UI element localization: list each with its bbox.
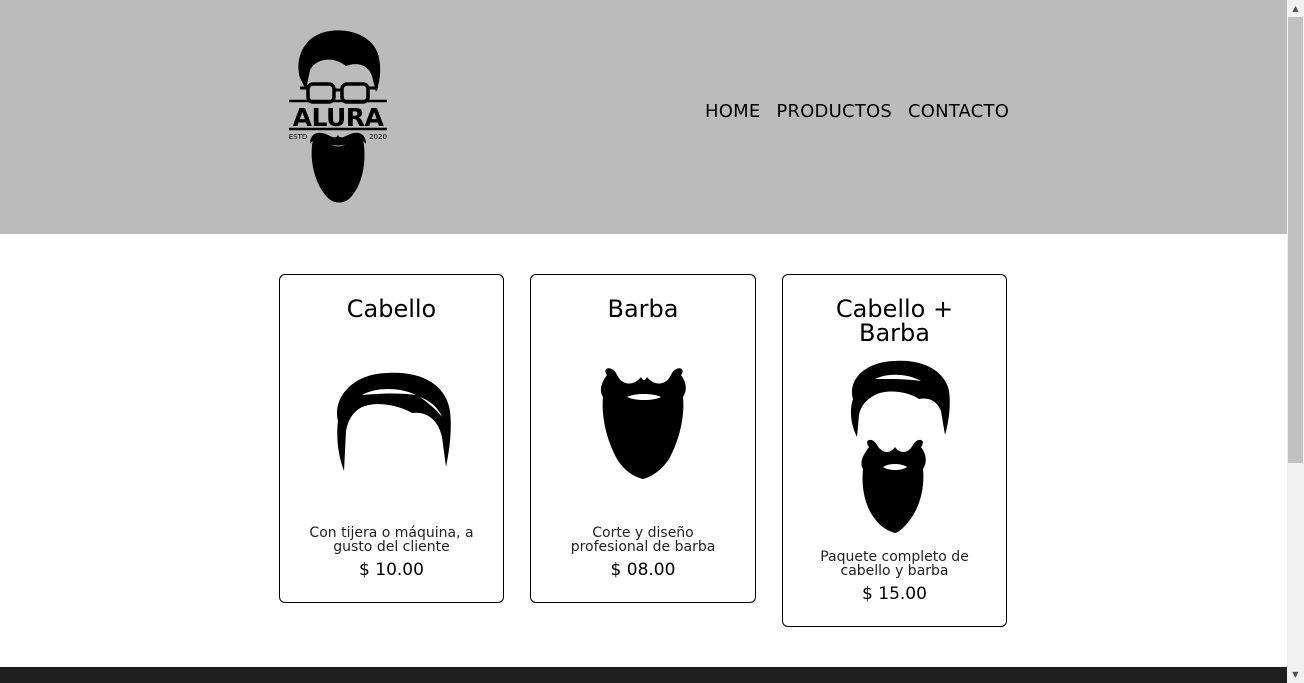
vertical-scrollbar[interactable]: ▲ ▼ [1287, 0, 1304, 683]
site-footer [0, 667, 1287, 683]
nav-productos[interactable]: PRODUCTOS [776, 101, 892, 122]
nav-contacto[interactable]: CONTACTO [908, 101, 1009, 122]
alura-logo[interactable]: ALURA ESTD 2020 [286, 26, 390, 206]
logo-est-right: 2020 [369, 133, 387, 141]
site-header: ALURA ESTD 2020 HOME PRODUCTOS CONTACTO [0, 0, 1287, 234]
hair-icon [337, 372, 451, 471]
main-nav: HOME PRODUCTOS CONTACTO [705, 101, 1009, 122]
product-description: Corte y diseño profesional de barba [570, 525, 716, 555]
product-price: $ 08.00 [610, 560, 676, 580]
product-price: $ 15.00 [862, 584, 927, 604]
page: ALURA ESTD 2020 HOME PRODUCTOS CONTACTO … [0, 0, 1287, 683]
nav-home[interactable]: HOME [705, 101, 760, 122]
product-title: Cabello [346, 295, 437, 323]
product-description: Paquete completo de cabello y barba [820, 549, 969, 579]
product-price: $ 10.00 [359, 560, 424, 580]
scroll-up-arrow-icon[interactable]: ▲ [1287, 0, 1304, 17]
scrollbar-thumb[interactable] [1288, 17, 1303, 463]
hair-and-beard-icon [850, 360, 950, 533]
logo-brand-text: ALURA [293, 103, 385, 132]
product-card-cabello-barba: Cabello + Barba Paquete completo de cabe… [782, 274, 1007, 627]
scroll-down-arrow-icon[interactable]: ▼ [1287, 666, 1304, 683]
product-title: Barba [607, 295, 679, 323]
beard-icon [600, 368, 686, 479]
product-card-barba: Barba Corte y diseño profesional de barb… [530, 274, 756, 603]
product-title: Cabello + Barba [835, 295, 954, 347]
product-description: Con tijera o máquina, a gusto del client… [309, 525, 474, 555]
product-card-cabello: Cabello Con tijera o máquina, a gusto de… [279, 274, 504, 603]
logo-est-left: ESTD [289, 133, 308, 141]
